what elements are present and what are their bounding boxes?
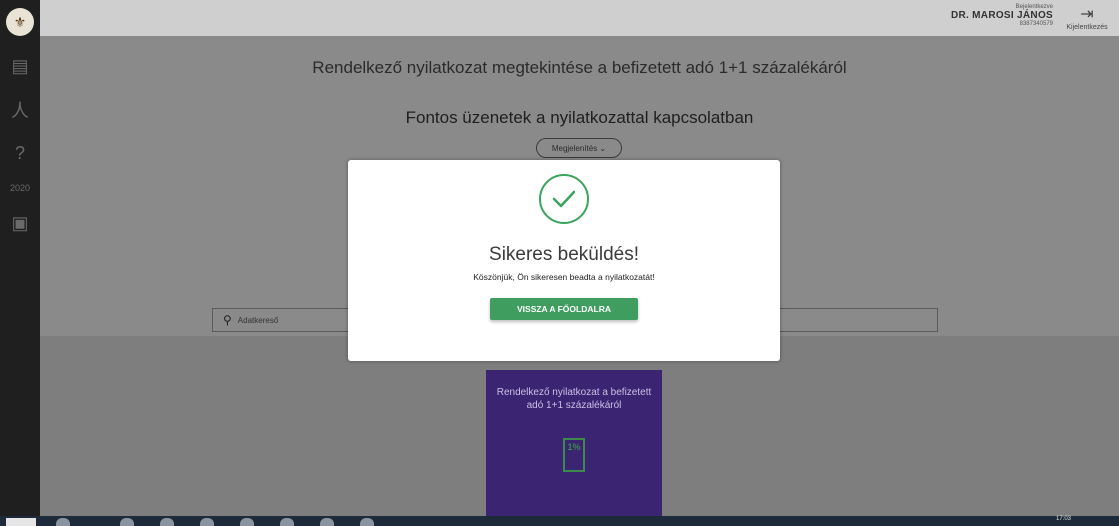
show-messages-toggle[interactable]: Megjelenítés ⌄: [536, 138, 622, 158]
form-icon[interactable]: ▣: [8, 213, 32, 234]
user-info: Bejelentkezve DR. MAROSI JÁNOS 838734057…: [951, 4, 1053, 27]
search-icon: ⚲: [223, 313, 232, 327]
taskbar-app-icon[interactable]: [360, 518, 374, 526]
os-taskbar: 17:03: [0, 516, 1119, 526]
crest-logo[interactable]: ⚜: [6, 8, 34, 36]
success-modal: Sikeres beküldés! Köszönjük, Ön sikerese…: [348, 160, 780, 361]
help-icon[interactable]: ?: [8, 143, 32, 164]
logout-button[interactable]: ⇥ Kijelentkezés: [1059, 4, 1115, 31]
person-icon[interactable]: ⼈: [8, 97, 32, 123]
chevron-down-icon: ⌄: [597, 143, 607, 153]
card-title: Rendelkező nyilatkozat a befizetett adó …: [496, 387, 652, 411]
percent-document-icon: 1%: [563, 438, 585, 472]
checkmark-icon: [539, 174, 589, 224]
taskbar-app-icon[interactable]: [120, 518, 134, 526]
logout-icon: ⇥: [1080, 6, 1094, 23]
taskbar-app-icon[interactable]: [320, 518, 334, 526]
modal-title: Sikeres beküldés!: [489, 244, 639, 265]
search-placeholder: Adatkereső: [237, 315, 279, 325]
user-id: 8387340579: [1019, 21, 1053, 27]
taskbar-clock: 17:03: [1055, 516, 1071, 522]
top-bar: Bejelentkezve DR. MAROSI JÁNOS 838734057…: [40, 0, 1119, 36]
start-button[interactable]: [6, 518, 36, 526]
taskbar-app-icon[interactable]: [200, 518, 214, 526]
calendar-2020-icon[interactable]: 2020: [8, 184, 32, 193]
back-to-home-button[interactable]: VISSZA A FŐOLDALRA: [490, 298, 638, 320]
toggle-label: Megjelenítés: [551, 143, 598, 153]
user-name: DR. MAROSI JÁNOS: [950, 10, 1053, 21]
document-list-icon[interactable]: ▤: [8, 56, 32, 77]
taskbar-app-icon[interactable]: [56, 518, 70, 526]
taskbar-app-icon[interactable]: [280, 518, 294, 526]
declaration-card[interactable]: Rendelkező nyilatkozat a befizetett adó …: [486, 370, 662, 520]
taskbar-app-icon[interactable]: [240, 518, 254, 526]
taskbar-app-icon[interactable]: [160, 518, 174, 526]
card-icon-label: 1%: [567, 442, 581, 452]
modal-message: Köszönjük, Ön sikeresen beadta a nyilatk…: [473, 272, 655, 282]
page-title: Rendelkező nyilatkozat megtekintése a be…: [312, 58, 847, 77]
sidebar: ⚜ ▤ ⼈ ? 2020 ▣: [0, 0, 40, 516]
logout-label: Kijelentkezés: [1066, 24, 1108, 31]
section-title: Fontos üzenetek a nyilatkozattal kapcsol…: [405, 108, 754, 127]
